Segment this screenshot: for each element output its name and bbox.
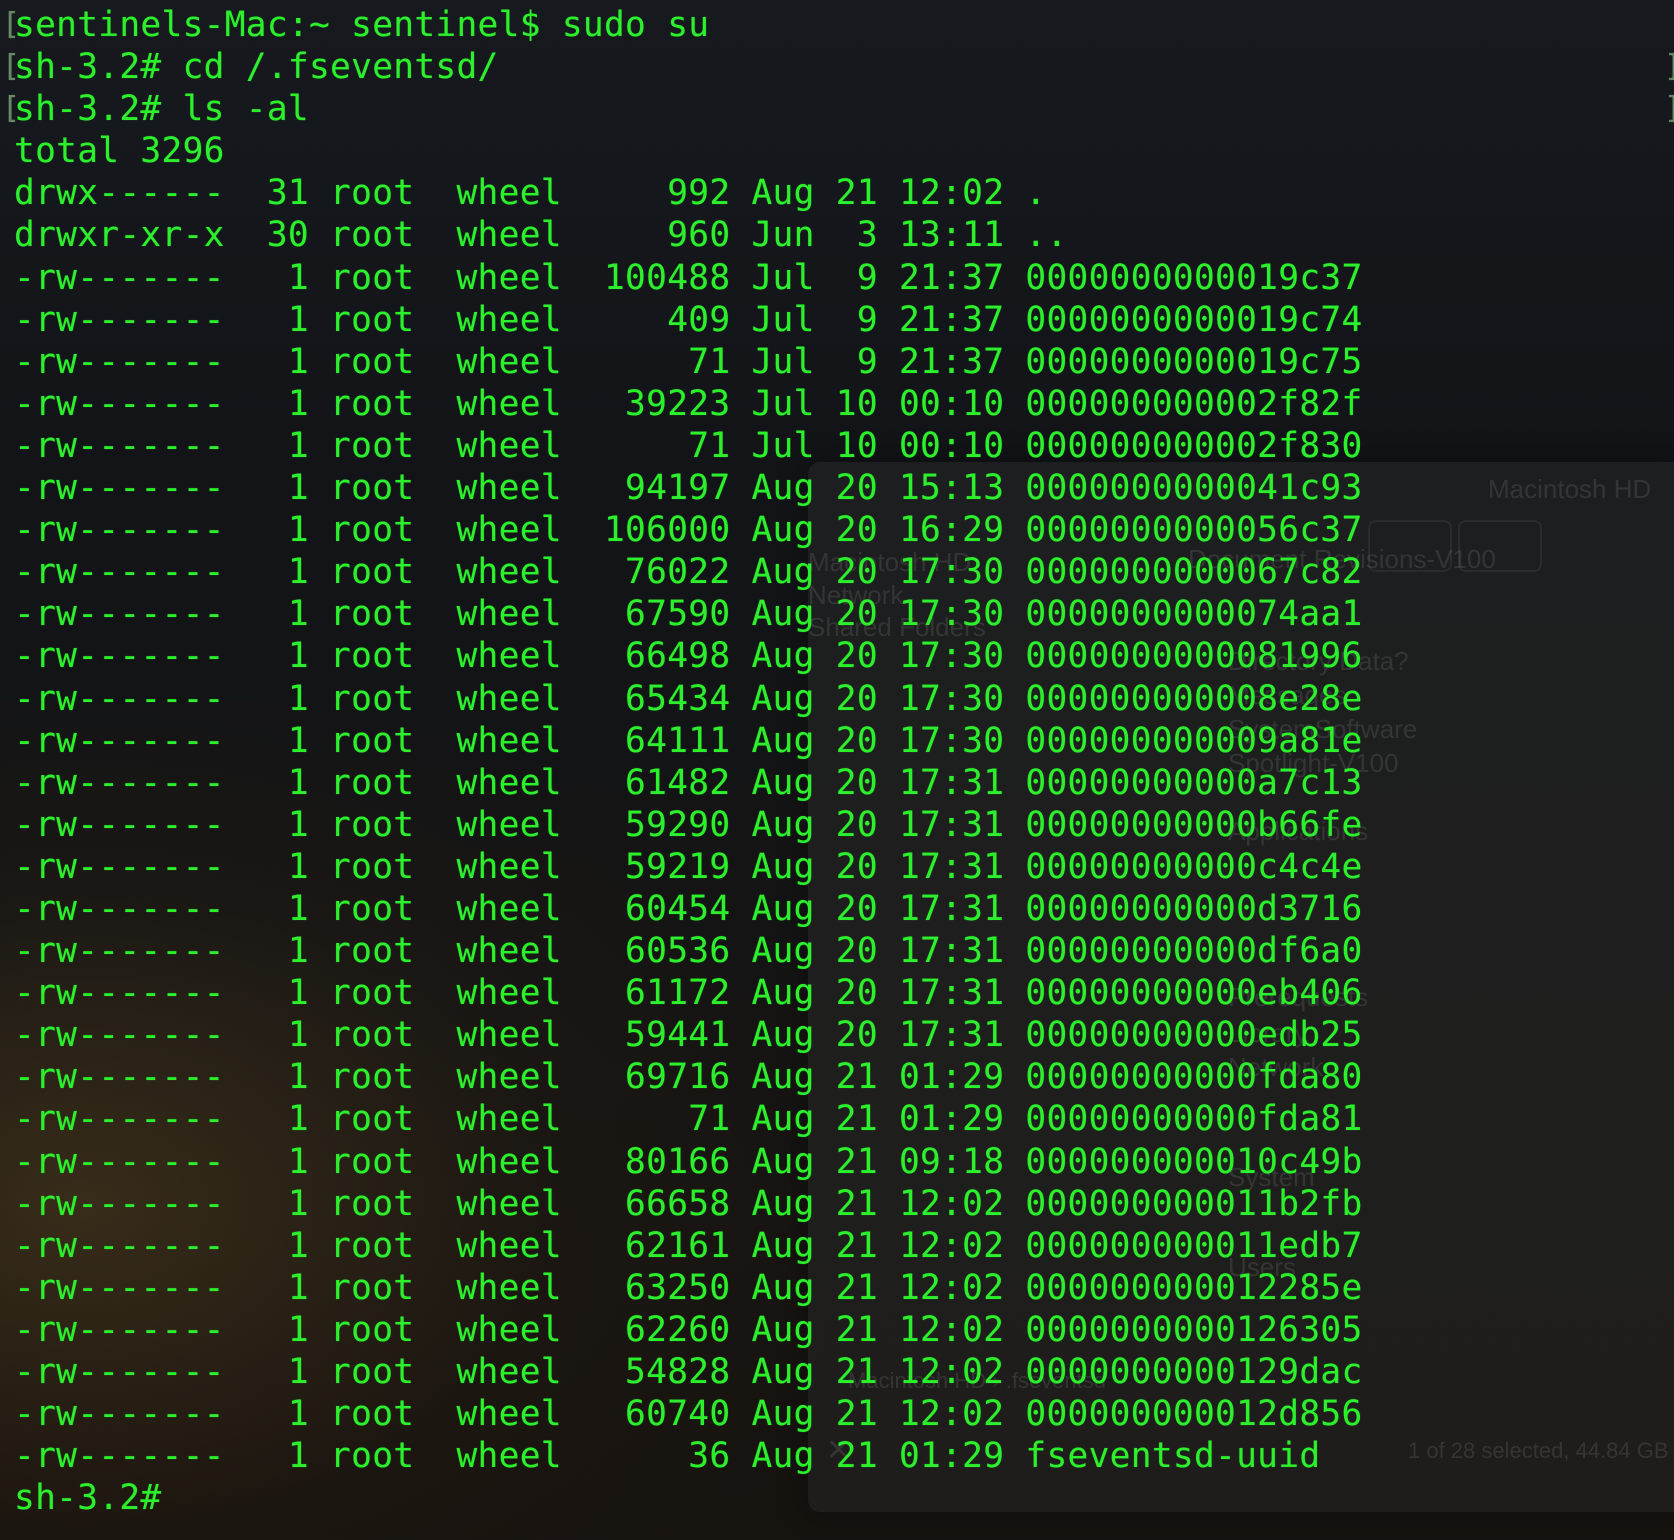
listing-row: -rw------- 1 root wheel 60536 Aug 20 17:… <box>14 931 1363 972</box>
listing-row: -rw------- 1 root wheel 66498 Aug 20 17:… <box>14 636 1363 677</box>
listing-row: -rw------- 1 root wheel 60454 Aug 20 17:… <box>14 888 1363 929</box>
listing-row: -rw------- 1 root wheel 71 Aug 21 01:29 … <box>14 1099 1363 1140</box>
listing-row: -rw------- 1 root wheel 60740 Aug 21 12:… <box>14 1394 1363 1435</box>
terminal-window[interactable]: sentinels-Mac:~ sentinel$ sudo su[sh-3.2… <box>0 0 1674 1540</box>
final-prompt: sh-3.2# <box>14 1478 162 1519</box>
command-line: sh-3.2# ls -al[] <box>2 88 1674 130</box>
command-line: sh-3.2# cd /.fseventsd/[] <box>2 46 1674 88</box>
listing-row: -rw------- 1 root wheel 67590 Aug 20 17:… <box>14 594 1363 635</box>
listing-row: -rw------- 1 root wheel 106000 Aug 20 16… <box>14 510 1363 551</box>
listing-row: -rw------- 1 root wheel 59290 Aug 20 17:… <box>14 804 1363 845</box>
listing-row: -rw------- 1 root wheel 61482 Aug 20 17:… <box>14 762 1363 803</box>
listing-row: drwxr-xr-x 30 root wheel 960 Jun 3 13:11… <box>14 215 1068 256</box>
listing-row: -rw------- 1 root wheel 59219 Aug 20 17:… <box>14 846 1363 887</box>
line-mark-icon: [ <box>2 91 21 127</box>
listing-row: -rw------- 1 root wheel 94197 Aug 20 15:… <box>14 468 1363 509</box>
line-mark-icon: [ <box>2 7 21 42</box>
listing-row: -rw------- 1 root wheel 409 Jul 9 21:37 … <box>14 299 1363 340</box>
listing-row: -rw------- 1 root wheel 64111 Aug 20 17:… <box>14 720 1363 761</box>
line-mark-icon: [ <box>2 49 21 85</box>
listing-row: -rw------- 1 root wheel 100488 Jul 9 21:… <box>14 257 1363 298</box>
listing-row: -rw------- 1 root wheel 39223 Jul 10 00:… <box>14 383 1363 424</box>
listing-row: -rw------- 1 root wheel 62260 Aug 21 12:… <box>14 1309 1363 1350</box>
listing-row: drwx------ 31 root wheel 992 Aug 21 12:0… <box>14 173 1047 214</box>
total-line: total 3296 <box>14 131 225 172</box>
listing-row: -rw------- 1 root wheel 54828 Aug 21 12:… <box>14 1352 1363 1392</box>
listing-row: -rw------- 1 root wheel 76022 Aug 20 17:… <box>14 552 1363 593</box>
listing-row: -rw------- 1 root wheel 71 Jul 10 00:10 … <box>14 425 1363 466</box>
listing-row: -rw------- 1 root wheel 62161 Aug 21 12:… <box>14 1225 1363 1266</box>
listing-row: -rw------- 1 root wheel 59441 Aug 20 17:… <box>14 1015 1363 1056</box>
listing-row: -rw------- 1 root wheel 36 Aug 21 01:29 … <box>14 1436 1321 1477</box>
listing-row: -rw------- 1 root wheel 66658 Aug 21 12:… <box>14 1183 1363 1224</box>
listing-row: -rw------- 1 root wheel 65434 Aug 20 17:… <box>14 678 1363 719</box>
command-line: sentinels-Mac:~ sentinel$ sudo su[ <box>2 5 710 45</box>
terminal-output: sentinels-Mac:~ sentinel$ sudo su[sh-3.2… <box>2 4 1674 1519</box>
listing-row: -rw------- 1 root wheel 63250 Aug 21 12:… <box>14 1267 1363 1308</box>
listing-row: -rw------- 1 root wheel 61172 Aug 20 17:… <box>14 973 1363 1014</box>
listing-row: -rw------- 1 root wheel 69716 Aug 21 01:… <box>14 1057 1363 1098</box>
listing-row: -rw------- 1 root wheel 71 Jul 9 21:37 0… <box>14 341 1363 382</box>
line-mark-icon: ] <box>1664 88 1674 130</box>
listing-row: -rw------- 1 root wheel 80166 Aug 21 09:… <box>14 1141 1363 1182</box>
line-mark-icon: ] <box>1664 46 1674 88</box>
